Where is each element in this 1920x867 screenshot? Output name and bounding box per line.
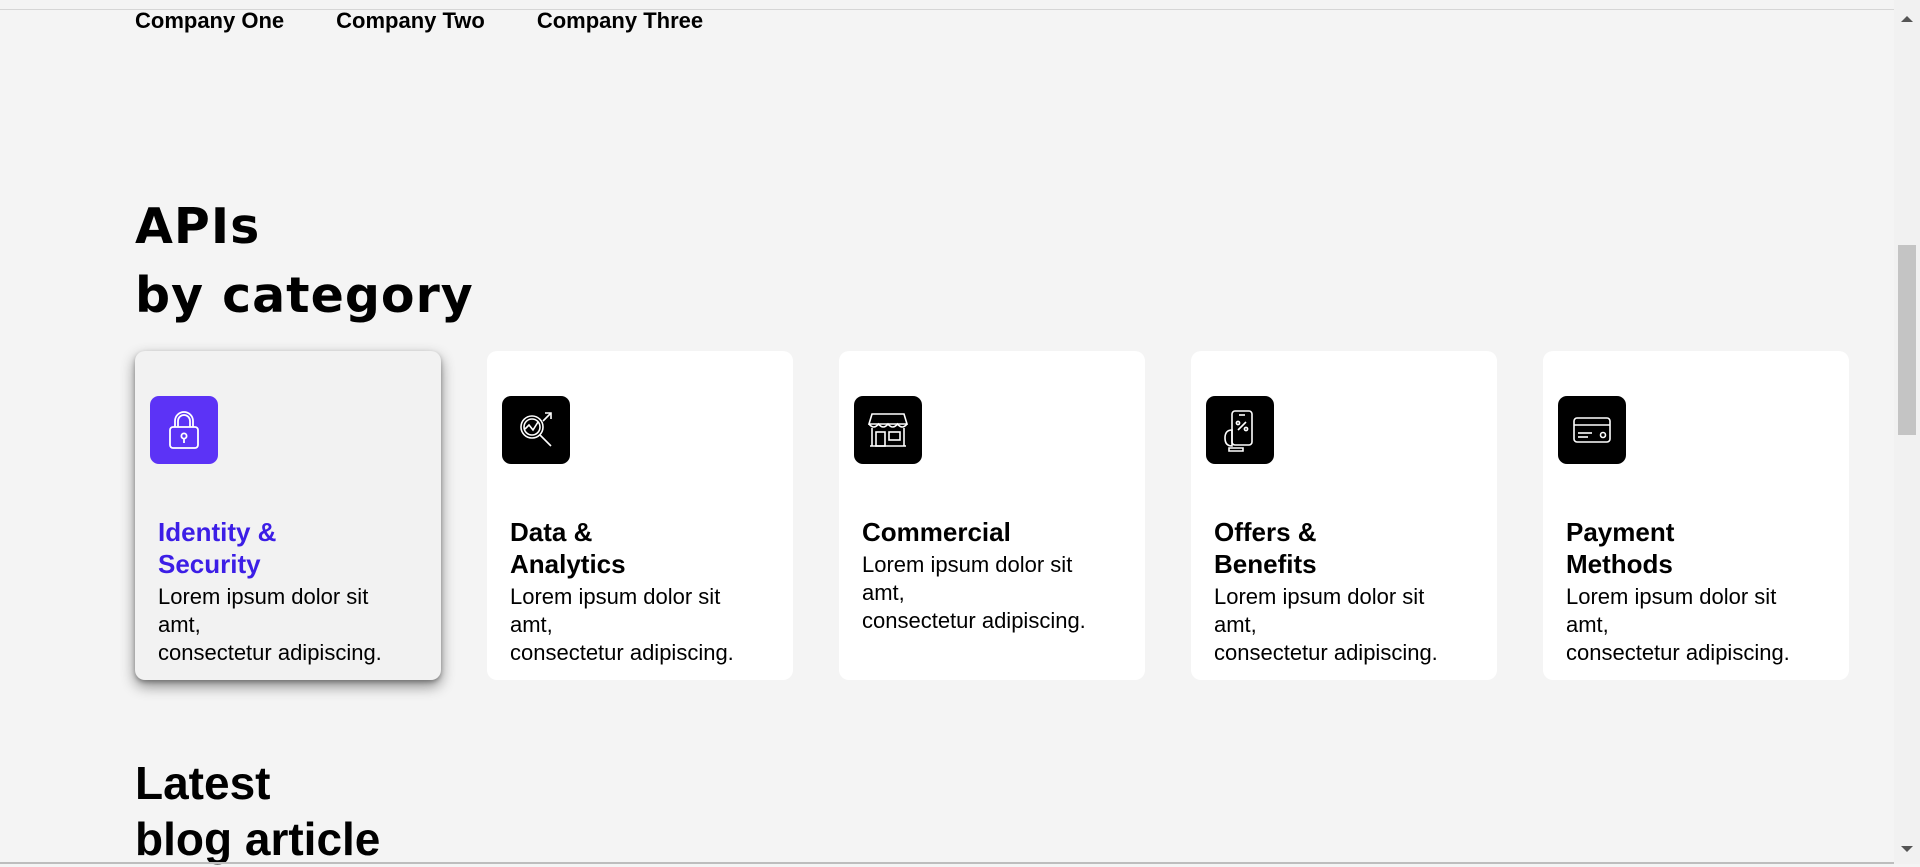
category-card-data-analytics[interactable]: Data & Analytics Lorem ipsum dolor sit a… (487, 351, 793, 680)
desc-line-3: consectetur adipiscing. (862, 608, 1086, 633)
latest-blog-heading: Latest blog article (135, 755, 380, 867)
desc-line-1: Lorem ipsum dolor sit (1566, 584, 1777, 609)
desc-line-2: amt, (862, 580, 905, 605)
category-description: Lorem ipsum dolor sit amt, consectetur a… (862, 551, 1132, 635)
company-nav: Company One Company Two Company Three (135, 8, 703, 34)
category-card-payment-methods[interactable]: Payment Methods Lorem ipsum dolor sit am… (1543, 351, 1849, 680)
title-line-2: Benefits (1214, 549, 1317, 579)
category-card-identity-security[interactable]: Identity & Security Lorem ipsum dolor si… (135, 351, 441, 680)
category-title: Commercial (862, 516, 1122, 548)
desc-line-1: Lorem ipsum dolor sit (158, 584, 369, 609)
desc-line-2: amt, (510, 612, 553, 637)
title-line-1: Commercial (862, 517, 1011, 547)
title-line-1: Offers & (1214, 517, 1317, 547)
nav-company-three[interactable]: Company Three (537, 8, 703, 34)
scroll-up-arrow-icon[interactable] (1901, 16, 1913, 22)
desc-line-2: amt, (1566, 612, 1609, 637)
category-description: Lorem ipsum dolor sit amt, consectetur a… (1566, 583, 1836, 667)
category-title: Data & Analytics (510, 516, 770, 580)
desc-line-2: amt, (1214, 612, 1257, 637)
desc-line-1: Lorem ipsum dolor sit (862, 552, 1073, 577)
title-line-2: Methods (1566, 549, 1673, 579)
category-description: Lorem ipsum dolor sit amt, consectetur a… (1214, 583, 1484, 667)
category-card-offers-benefits[interactable]: Offers & Benefits Lorem ipsum dolor sit … (1191, 351, 1497, 680)
nav-company-two[interactable]: Company Two (336, 8, 485, 34)
credit-card-icon (1558, 396, 1626, 464)
title-line-1: Payment (1566, 517, 1675, 547)
category-title: Offers & Benefits (1214, 516, 1474, 580)
desc-line-3: consectetur adipiscing. (1214, 640, 1438, 665)
blog-heading-line-1: Latest (135, 757, 271, 809)
category-description: Lorem ipsum dolor sit amt, consectetur a… (510, 583, 780, 667)
desc-line-3: consectetur adipiscing. (158, 640, 382, 665)
category-title: Payment Methods (1566, 516, 1826, 580)
storefront-icon (854, 396, 922, 464)
analytics-search-icon (502, 396, 570, 464)
heading-line-2: by category (135, 267, 474, 324)
desc-line-1: Lorem ipsum dolor sit (1214, 584, 1425, 609)
category-card-commercial[interactable]: Commercial Lorem ipsum dolor sit amt, co… (839, 351, 1145, 680)
title-line-1: Data & (510, 517, 593, 547)
desc-line-2: amt, (158, 612, 201, 637)
scroll-down-arrow-icon[interactable] (1901, 846, 1913, 852)
category-description: Lorem ipsum dolor sit amt, consectetur a… (158, 583, 428, 667)
mobile-offer-icon (1206, 396, 1274, 464)
title-line-1: Identity & (158, 517, 277, 547)
desc-line-3: consectetur adipiscing. (1566, 640, 1790, 665)
title-line-2: Security (158, 549, 261, 579)
nav-company-one[interactable]: Company One (135, 8, 284, 34)
category-title: Identity & Security (158, 516, 418, 580)
vertical-scrollbar[interactable] (1894, 0, 1920, 864)
title-line-2: Analytics (510, 549, 626, 579)
desc-line-3: consectetur adipiscing. (510, 640, 734, 665)
apis-by-category-heading: APIs by category (135, 192, 474, 330)
blog-heading-line-2: blog article (135, 813, 381, 865)
lock-icon (150, 396, 218, 464)
desc-line-1: Lorem ipsum dolor sit (510, 584, 721, 609)
scrollbar-thumb[interactable] (1898, 245, 1916, 435)
heading-line-1: APIs (135, 198, 261, 255)
